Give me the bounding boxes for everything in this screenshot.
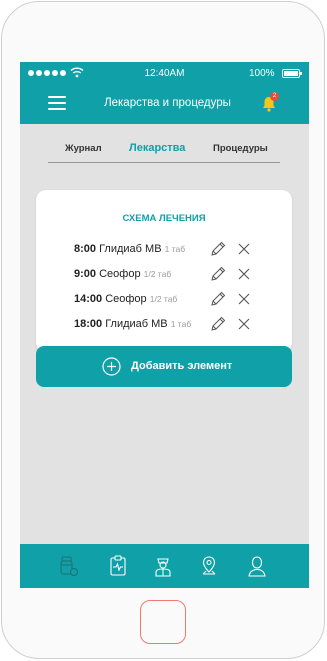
pills-icon[interactable] [58, 554, 80, 578]
schedule-title: СХЕМА ЛЕЧЕНИЯ [122, 213, 206, 224]
tab-procedures[interactable]: Процедуры [213, 143, 268, 154]
schedule-row-text: 9:00 Сеофор 1/2 таб [74, 268, 171, 280]
medicine-dose: 1/2 таб [149, 294, 178, 304]
add-item-button[interactable]: Добавить элемент [36, 346, 292, 387]
delete-x-icon[interactable] [237, 242, 251, 256]
edit-pencil-icon[interactable] [209, 315, 227, 333]
medicine-dose: 1 таб [164, 244, 186, 254]
schedule-card: СХЕМА ЛЕЧЕНИЯ 8:00 Глидиаб МВ 1 таб 9:00 … [36, 190, 292, 352]
schedule-row-text: 18:00 Глидиаб МВ 1 таб [74, 318, 191, 330]
notifications-button[interactable]: 2 [260, 92, 282, 114]
schedule-row: 18:00 Глидиаб МВ 1 таб [36, 315, 292, 335]
bottom-tab-bar [20, 544, 309, 588]
battery-fill [284, 71, 298, 76]
plus-circle-icon [102, 357, 121, 376]
tab-divider [48, 162, 280, 163]
map-pin-icon[interactable] [198, 554, 220, 578]
schedule-row: 8:00 Глидиаб МВ 1 таб [36, 240, 292, 260]
user-icon[interactable] [246, 554, 268, 578]
notification-badge: 2 [270, 92, 279, 101]
delete-x-icon[interactable] [237, 292, 251, 306]
medicine-name: Глидиаб МВ [99, 243, 162, 255]
nav-bar: Лекарства и процедуры 2 [20, 84, 309, 124]
doctor-icon[interactable] [152, 554, 174, 578]
schedule-time: 14:00 [74, 293, 103, 305]
tab-bar-top: Журнал Лекарства Процедуры [20, 124, 309, 163]
delete-x-icon[interactable] [237, 267, 251, 281]
battery-icon [282, 69, 302, 78]
home-button[interactable] [140, 600, 186, 644]
schedule-row-text: 14:00 Сеофор 1/2 таб [74, 293, 177, 305]
edit-pencil-icon[interactable] [209, 265, 227, 283]
medicine-name: Сеофор [99, 268, 141, 280]
app-screen: 12:40AM 100% Лекарства и процедуры 2 Жур… [20, 62, 309, 588]
schedule-time: 9:00 [74, 268, 97, 280]
tab-journal[interactable]: Журнал [65, 143, 102, 154]
battery-percent: 100% [249, 68, 275, 79]
schedule-time: 8:00 [74, 243, 97, 255]
schedule-row: 9:00 Сеофор 1/2 таб [36, 265, 292, 285]
schedule-row-text: 8:00 Глидиаб МВ 1 таб [74, 243, 185, 255]
schedule-row: 14:00 Сеофор 1/2 таб [36, 290, 292, 310]
edit-pencil-icon[interactable] [209, 240, 227, 258]
medicine-dose: 1/2 таб [143, 269, 172, 279]
clipboard-ecg-icon[interactable] [107, 554, 129, 578]
schedule-time: 18:00 [74, 318, 103, 330]
delete-x-icon[interactable] [237, 317, 251, 331]
medicine-name: Глидиаб МВ [105, 318, 168, 330]
tab-medicines[interactable]: Лекарства [129, 142, 185, 154]
medicine-dose: 1 таб [170, 319, 192, 329]
status-bar: 12:40AM 100% [20, 62, 309, 84]
edit-pencil-icon[interactable] [209, 290, 227, 308]
add-item-label: Добавить элемент [131, 360, 233, 372]
medicine-name: Сеофор [105, 293, 147, 305]
phone-frame: 12:40AM 100% Лекарства и процедуры 2 Жур… [1, 1, 325, 659]
